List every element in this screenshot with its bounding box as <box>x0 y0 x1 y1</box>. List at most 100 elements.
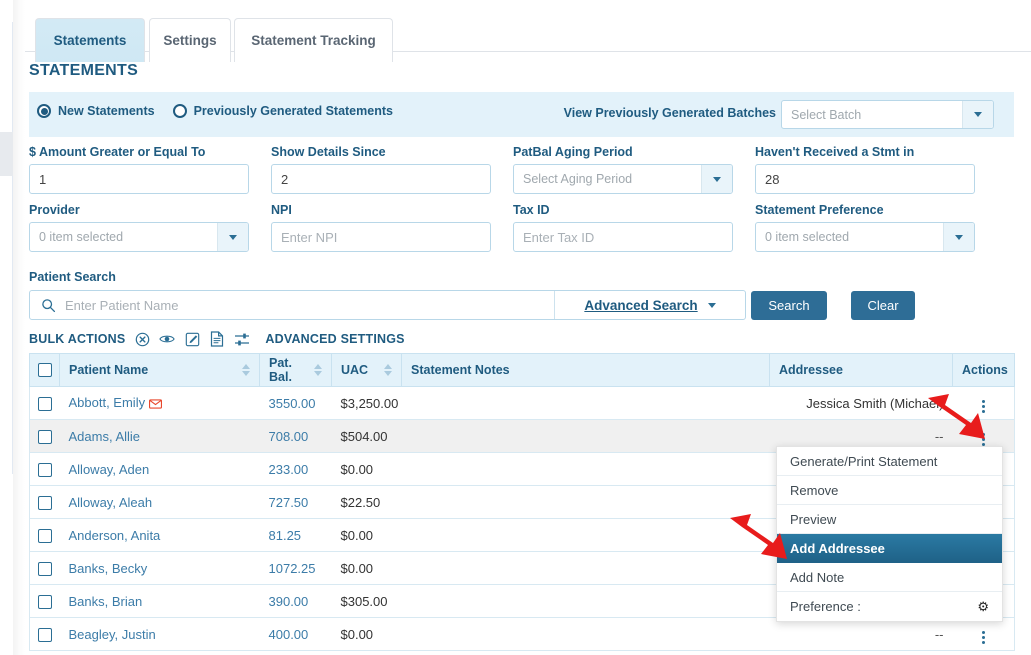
filter-provider-caret[interactable] <box>217 223 248 251</box>
batch-select[interactable]: Select Batch <box>781 100 994 129</box>
filter-npi-input[interactable] <box>271 222 491 252</box>
row-checkbox[interactable] <box>37 462 52 477</box>
row-checkbox[interactable] <box>37 594 52 609</box>
cell-patient-name[interactable]: Adams, Allie <box>59 419 260 453</box>
context-menu-item[interactable]: Preview <box>777 505 1002 534</box>
cell-patient-name[interactable]: Abbott, Emily <box>59 386 260 420</box>
row-checkbox[interactable] <box>37 429 52 444</box>
scrollbar-thumb[interactable] <box>0 132 13 176</box>
row-actions-kebab-icon[interactable] <box>976 629 991 646</box>
context-menu-item[interactable]: Remove <box>777 476 1002 505</box>
table-row[interactable]: Beagley, Justin 400.00 $0.00 -- <box>29 617 1015 651</box>
filter-aging-period-select[interactable]: Select Aging Period <box>513 164 733 194</box>
select-all-header[interactable] <box>29 353 60 387</box>
cell-patient-name[interactable]: Alloway, Aleah <box>59 485 260 519</box>
patient-name-link[interactable]: Alloway, Aden <box>69 462 150 477</box>
patient-name-link[interactable]: Beagley, Justin <box>69 627 156 642</box>
statement-mode-panel: New Statements Previously Generated Stat… <box>29 92 1014 137</box>
patient-name-link[interactable]: Alloway, Aleah <box>69 495 153 510</box>
search-button[interactable]: Search <box>751 291 827 320</box>
row-checkbox[interactable] <box>37 561 52 576</box>
row-select-cell[interactable] <box>29 386 60 420</box>
cell-patient-name[interactable]: Anderson, Anita <box>59 518 260 552</box>
context-menu-item-label: Add Addressee <box>790 540 885 556</box>
batch-select-caret[interactable] <box>962 101 993 128</box>
row-checkbox[interactable] <box>37 627 52 642</box>
column-pat-bal[interactable]: Pat. Bal. <box>259 353 332 387</box>
cell-uac: $22.50 <box>331 485 402 519</box>
row-select-cell[interactable] <box>29 584 60 618</box>
email-flag-icon[interactable] <box>149 397 163 412</box>
patient-name-link[interactable]: Banks, Becky <box>69 561 148 576</box>
cell-statement-notes <box>401 386 770 420</box>
advanced-settings-link[interactable]: ADVANCED SETTINGS <box>265 332 404 346</box>
row-select-cell[interactable] <box>29 617 60 651</box>
patient-name-link[interactable]: Anderson, Anita <box>69 528 161 543</box>
tab-statements[interactable]: Statements <box>35 18 145 62</box>
cell-patient-name[interactable]: Banks, Brian <box>59 584 260 618</box>
row-checkbox[interactable] <box>37 495 52 510</box>
row-select-cell[interactable] <box>29 485 60 519</box>
left-scroll-rail[interactable] <box>0 0 13 655</box>
sort-pat-bal-icon[interactable] <box>314 364 322 376</box>
cell-pat-bal: 708.00 <box>259 419 332 453</box>
patient-search-field[interactable] <box>30 291 554 319</box>
sliders-icon[interactable] <box>234 331 250 347</box>
filter-statement-preference-caret[interactable] <box>943 223 974 251</box>
radio-previously-generated[interactable]: Previously Generated Statements <box>172 104 393 118</box>
tab-settings[interactable]: Settings <box>149 18 231 62</box>
patient-search-input[interactable] <box>63 296 554 314</box>
column-patient-name[interactable]: Patient Name <box>59 353 260 387</box>
cell-patient-name[interactable]: Banks, Becky <box>59 551 260 585</box>
context-menu-item[interactable]: Add Addressee <box>777 534 1002 563</box>
context-menu-item[interactable]: Generate/Print Statement <box>777 447 1002 476</box>
filter-stmt-days-input[interactable] <box>755 164 975 194</box>
filter-aging-period-caret[interactable] <box>701 165 732 193</box>
select-all-checkbox[interactable] <box>37 363 52 378</box>
patient-name-link[interactable]: Banks, Brian <box>69 594 143 609</box>
cell-uac: $0.00 <box>331 617 402 651</box>
row-select-cell[interactable] <box>29 452 60 486</box>
cell-actions[interactable] <box>952 617 1015 651</box>
remove-circle-icon[interactable] <box>134 331 150 347</box>
context-menu-item[interactable]: Preference : ⚙ <box>777 592 1002 621</box>
filter-statement-preference-select[interactable]: 0 item selected <box>755 222 975 252</box>
row-checkbox[interactable] <box>37 528 52 543</box>
filter-details-since-input[interactable] <box>271 164 491 194</box>
cell-statement-notes <box>401 584 770 618</box>
column-uac[interactable]: UAC <box>331 353 402 387</box>
filter-provider-select[interactable]: 0 item selected <box>29 222 249 252</box>
row-select-cell[interactable] <box>29 551 60 585</box>
cell-pat-bal: 400.00 <box>259 617 332 651</box>
patient-name-link[interactable]: Adams, Allie <box>69 429 141 444</box>
sort-uac-icon[interactable] <box>384 364 392 376</box>
column-addressee-label: Addressee <box>779 363 843 377</box>
filter-taxid: Tax ID <box>513 203 733 252</box>
patient-name-link[interactable]: Abbott, Emily <box>69 395 146 410</box>
filter-taxid-input[interactable] <box>513 222 733 252</box>
table-row[interactable]: Abbott, Emily 3550.00 $3,250.00 Jessica Smi… <box>29 386 1015 420</box>
eye-icon[interactable] <box>159 331 176 347</box>
sort-patient-name-icon[interactable] <box>242 364 250 376</box>
advanced-search-toggle[interactable]: Advanced Search <box>554 291 745 319</box>
tab-settings-label: Settings <box>163 33 217 48</box>
filter-amount-input[interactable] <box>29 164 249 194</box>
document-icon[interactable] <box>209 331 225 347</box>
context-menu-item[interactable]: Add Note <box>777 563 1002 592</box>
filter-stmt-days: Haven't Received a Stmt in <box>755 145 975 194</box>
cell-pat-bal: 3550.00 <box>259 386 332 420</box>
row-select-cell[interactable] <box>29 518 60 552</box>
gear-icon[interactable]: ⚙ <box>977 599 989 615</box>
cell-patient-name[interactable]: Alloway, Aden <box>59 452 260 486</box>
radio-new-statements[interactable]: New Statements <box>37 104 155 118</box>
tab-statement-tracking[interactable]: Statement Tracking <box>234 18 393 62</box>
cell-patient-name[interactable]: Beagley, Justin <box>59 617 260 651</box>
row-select-cell[interactable] <box>29 419 60 453</box>
cell-actions[interactable] <box>952 386 1015 420</box>
bulk-actions-label: BULK ACTIONS <box>29 332 126 346</box>
row-actions-kebab-icon[interactable] <box>976 398 991 415</box>
cell-uac: $0.00 <box>331 518 402 552</box>
clear-button[interactable]: Clear <box>851 291 915 320</box>
edit-note-icon[interactable] <box>184 331 200 347</box>
row-checkbox[interactable] <box>37 396 52 411</box>
